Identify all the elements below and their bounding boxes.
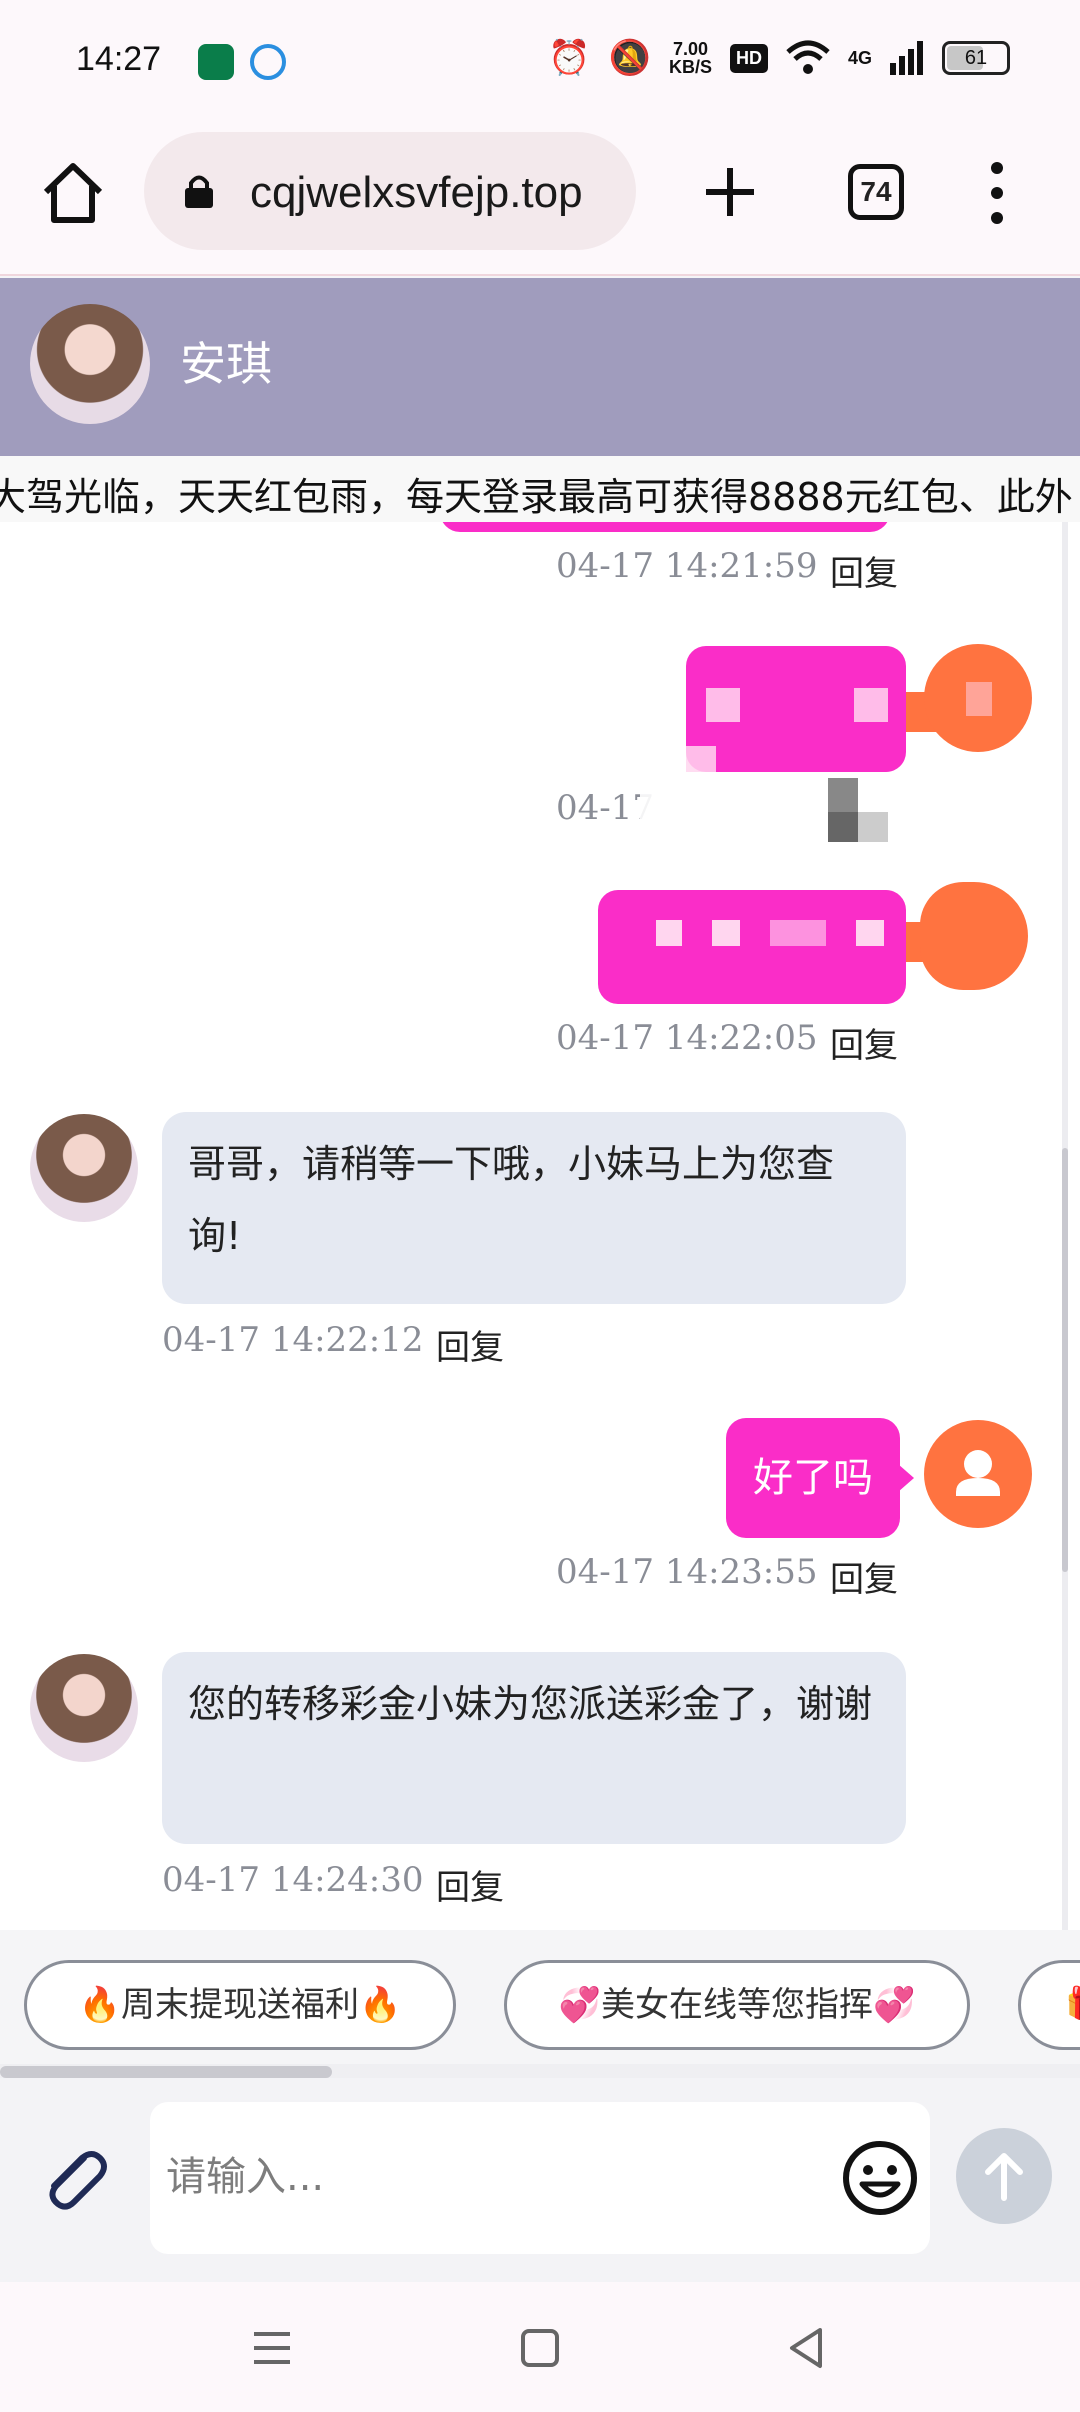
reply-button[interactable]: 回复 [436,1860,504,1909]
hd-icon: HD [729,43,768,73]
horizontal-scrollbar-thumb[interactable] [0,2066,332,2078]
quick-reply-chip[interactable]: 🎁 [1018,1960,1080,2050]
emoji-icon[interactable] [840,2138,920,2218]
address-bar[interactable]: cqjwelxsvfejp.top [144,132,636,250]
chat-header: 安琪 [0,278,1080,456]
system-navigation-bar [0,2282,1080,2412]
network-speed: 7.00 KB/S [668,39,712,77]
home-icon[interactable] [38,158,108,228]
status-bar: 14:27 ⏰ 🔕 7.00 KB/S HD 4G 61 [0,0,1080,126]
announcement-text: 大驾光临，天天红包雨，每天登录最高可获得8888元红包、此外 [0,475,1073,519]
reply-button[interactable]: 回复 [830,1018,898,1067]
scrollbar-thumb[interactable] [1062,1148,1068,1572]
wifi-icon [786,40,830,74]
paperclip-icon[interactable] [34,2140,114,2220]
app-notification-icon-2 [250,44,286,80]
signal-icon [890,41,923,75]
recent-apps-icon[interactable] [244,2320,300,2376]
message-bubble-contact: 哥哥，请稍等一下哦，小妹马上为您查询! [162,1112,906,1304]
message-bubble-contact: 您的转移彩金小妹为您派送彩金了，谢谢 [162,1652,906,1844]
message-bubble-mine: 好了吗 [726,1418,914,1538]
my-avatar [920,882,1028,990]
lock-icon [185,175,213,208]
url-text: cqjwelxsvfejp.top [250,168,583,217]
message-bubble-cutoff [440,522,890,532]
chat-message-list[interactable]: 04-17 14:21:59 回复 04-17 04-17 14:22:05 回… [0,522,1080,1930]
quick-reply-chip[interactable]: 🔥周末提现送福利🔥 [24,1960,456,2050]
message-input[interactable] [166,2142,806,2212]
reply-button[interactable]: 回复 [830,1552,898,1601]
message-timestamp: 04-17 14:22:05 [556,1018,818,1058]
message-timestamp: 04-17 14:24:30 [162,1860,424,1900]
send-button[interactable] [956,2128,1052,2224]
home-nav-icon[interactable] [512,2320,568,2376]
alarm-icon: ⏰ [548,39,591,77]
message-timestamp: 04-17 14:21:59 [556,546,818,586]
tab-switcher-button[interactable]: 74 [848,164,904,220]
message-input-box[interactable] [150,2102,930,2254]
contact-avatar [30,1654,138,1762]
back-icon[interactable] [778,2320,834,2376]
quick-reply-chip[interactable]: 💞美女在线等您指挥💞 [504,1960,970,2050]
arrow-up-icon [985,2153,1023,2201]
announcement-marquee: 大驾光临，天天红包雨，每天登录最高可获得8888元红包、此外 [0,456,1080,522]
plus-icon[interactable] [700,162,760,222]
app-notification-icon [198,44,234,80]
contact-avatar[interactable] [30,304,150,424]
message-input-bar [0,2078,1080,2282]
message-timestamp: 04-17 14:23:55 [556,1552,818,1592]
quick-reply-bar: 🔥周末提现送福利🔥 💞美女在线等您指挥💞 🎁 [0,1930,1080,2064]
reply-button[interactable]: 回复 [830,546,898,595]
battery-icon: 61 [942,41,1010,75]
status-time: 14:27 [76,40,162,78]
contact-avatar [30,1114,138,1222]
my-avatar [924,1420,1032,1528]
user-icon [956,1450,1000,1496]
mute-icon: 🔕 [608,39,651,77]
browser-toolbar: cqjwelxsvfejp.top 74 [0,126,1080,276]
contact-name: 安琪 [180,337,272,391]
network-type: 4G [847,48,872,68]
reply-button[interactable]: 回复 [436,1320,504,1369]
message-timestamp: 04-17 14:22:12 [162,1320,424,1360]
message-bubble-mine [598,890,920,1004]
more-menu-icon[interactable] [982,160,1012,226]
